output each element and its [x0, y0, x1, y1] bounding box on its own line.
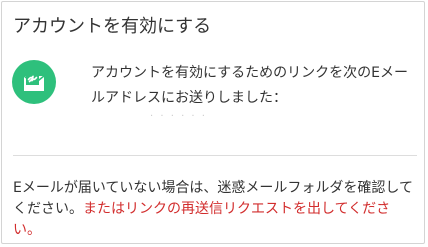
- confirmation-message: アカウントを有効にするためのリンクを次のEメールアドレスにお送りしました：: [91, 65, 408, 106]
- help-paragraph: Eメールが届いていない場合は、迷惑メールフォルダを確認してください。またはリンク…: [13, 178, 417, 241]
- dialog-title: アカウントを有効にする: [13, 16, 212, 37]
- email-address: · · · · · ·: [150, 111, 207, 122]
- email-link-icon: [12, 60, 56, 104]
- activate-account-dialog: アカウントを有効にする アカウントを有効にするためのリンクを次のEメールアドレス…: [1, 1, 425, 244]
- divider: [13, 155, 417, 156]
